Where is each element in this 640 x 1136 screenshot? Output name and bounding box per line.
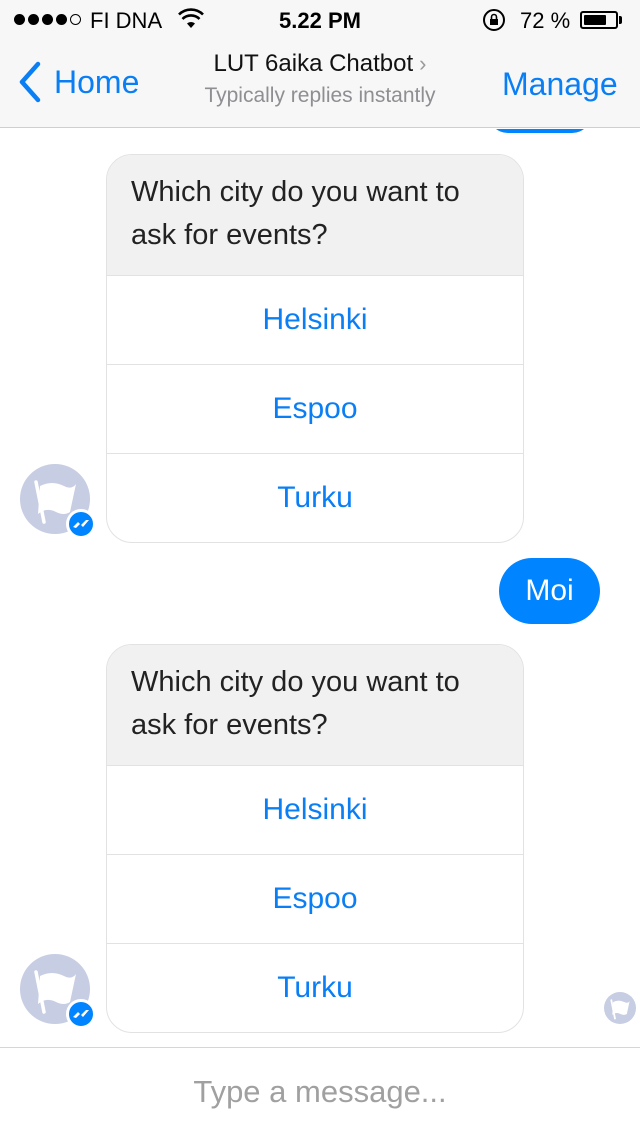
chevron-right-icon: › xyxy=(419,51,427,76)
composer xyxy=(0,1047,640,1136)
card-question: Which city do you want to ask for events… xyxy=(107,645,523,765)
battery-percent: 72 % xyxy=(520,8,571,33)
message-input[interactable] xyxy=(0,1048,640,1136)
battery-icon xyxy=(580,11,618,29)
page-title: LUT 6aika Chatbot xyxy=(213,50,414,77)
quick-reply-espoo[interactable]: Espoo xyxy=(107,854,523,943)
read-receipt-avatar xyxy=(604,992,636,1024)
page-subtitle: Typically replies instantly xyxy=(204,84,436,107)
chevron-left-icon xyxy=(19,61,41,103)
quick-reply-espoo[interactable]: Espoo xyxy=(107,364,523,453)
back-button[interactable]: Home xyxy=(14,60,139,104)
previous-user-bubble xyxy=(488,129,592,133)
flag-icon xyxy=(610,999,630,1020)
quick-reply-turku[interactable]: Turku xyxy=(107,943,523,1032)
user-message-bubble: Moi xyxy=(499,558,600,624)
card-question: Which city do you want to ask for events… xyxy=(107,155,523,275)
manage-button[interactable]: Manage xyxy=(502,66,618,103)
quick-reply-helsinki[interactable]: Helsinki xyxy=(107,765,523,854)
quick-reply-card: Which city do you want to ask for events… xyxy=(106,154,524,543)
messenger-icon xyxy=(66,999,96,1029)
battery-tip xyxy=(619,16,622,24)
conversation-title[interactable]: LUT 6aika Chatbot › Typically replies ins… xyxy=(170,50,470,108)
conversation[interactable]: Which city do you want to ask for events… xyxy=(0,129,640,1047)
quick-reply-helsinki[interactable]: Helsinki xyxy=(107,275,523,364)
quick-reply-card: Which city do you want to ask for events… xyxy=(106,644,524,1033)
back-button-label: Home xyxy=(54,63,140,100)
nav-bar: Home LUT 6aika Chatbot › Typically replie… xyxy=(0,40,640,128)
quick-reply-turku[interactable]: Turku xyxy=(107,453,523,542)
messenger-icon xyxy=(66,509,96,539)
rotation-lock-icon xyxy=(482,8,506,38)
status-bar: FI DNA 5.22 PM 72 % xyxy=(0,0,640,40)
